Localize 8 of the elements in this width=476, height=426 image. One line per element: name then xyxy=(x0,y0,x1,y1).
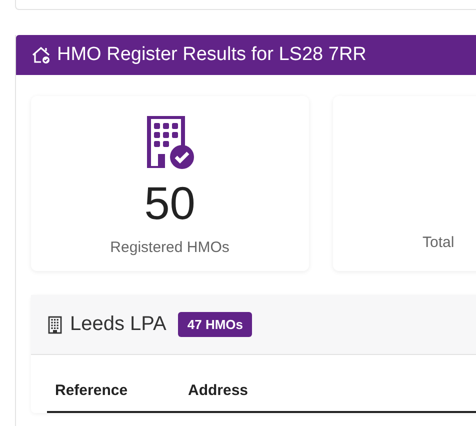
count-badge: 47 HMOs xyxy=(178,312,252,337)
stat-label: Total xyxy=(422,234,454,251)
column-header: Reference xyxy=(54,382,129,401)
results-title: HMO Register Results for LS28 7RR xyxy=(57,44,366,66)
stat-label: Registered HMOs xyxy=(110,239,230,256)
column-header: Address xyxy=(187,382,250,401)
authority-name: Leeds LPA xyxy=(70,313,166,336)
stat-value: 50 xyxy=(144,180,196,226)
